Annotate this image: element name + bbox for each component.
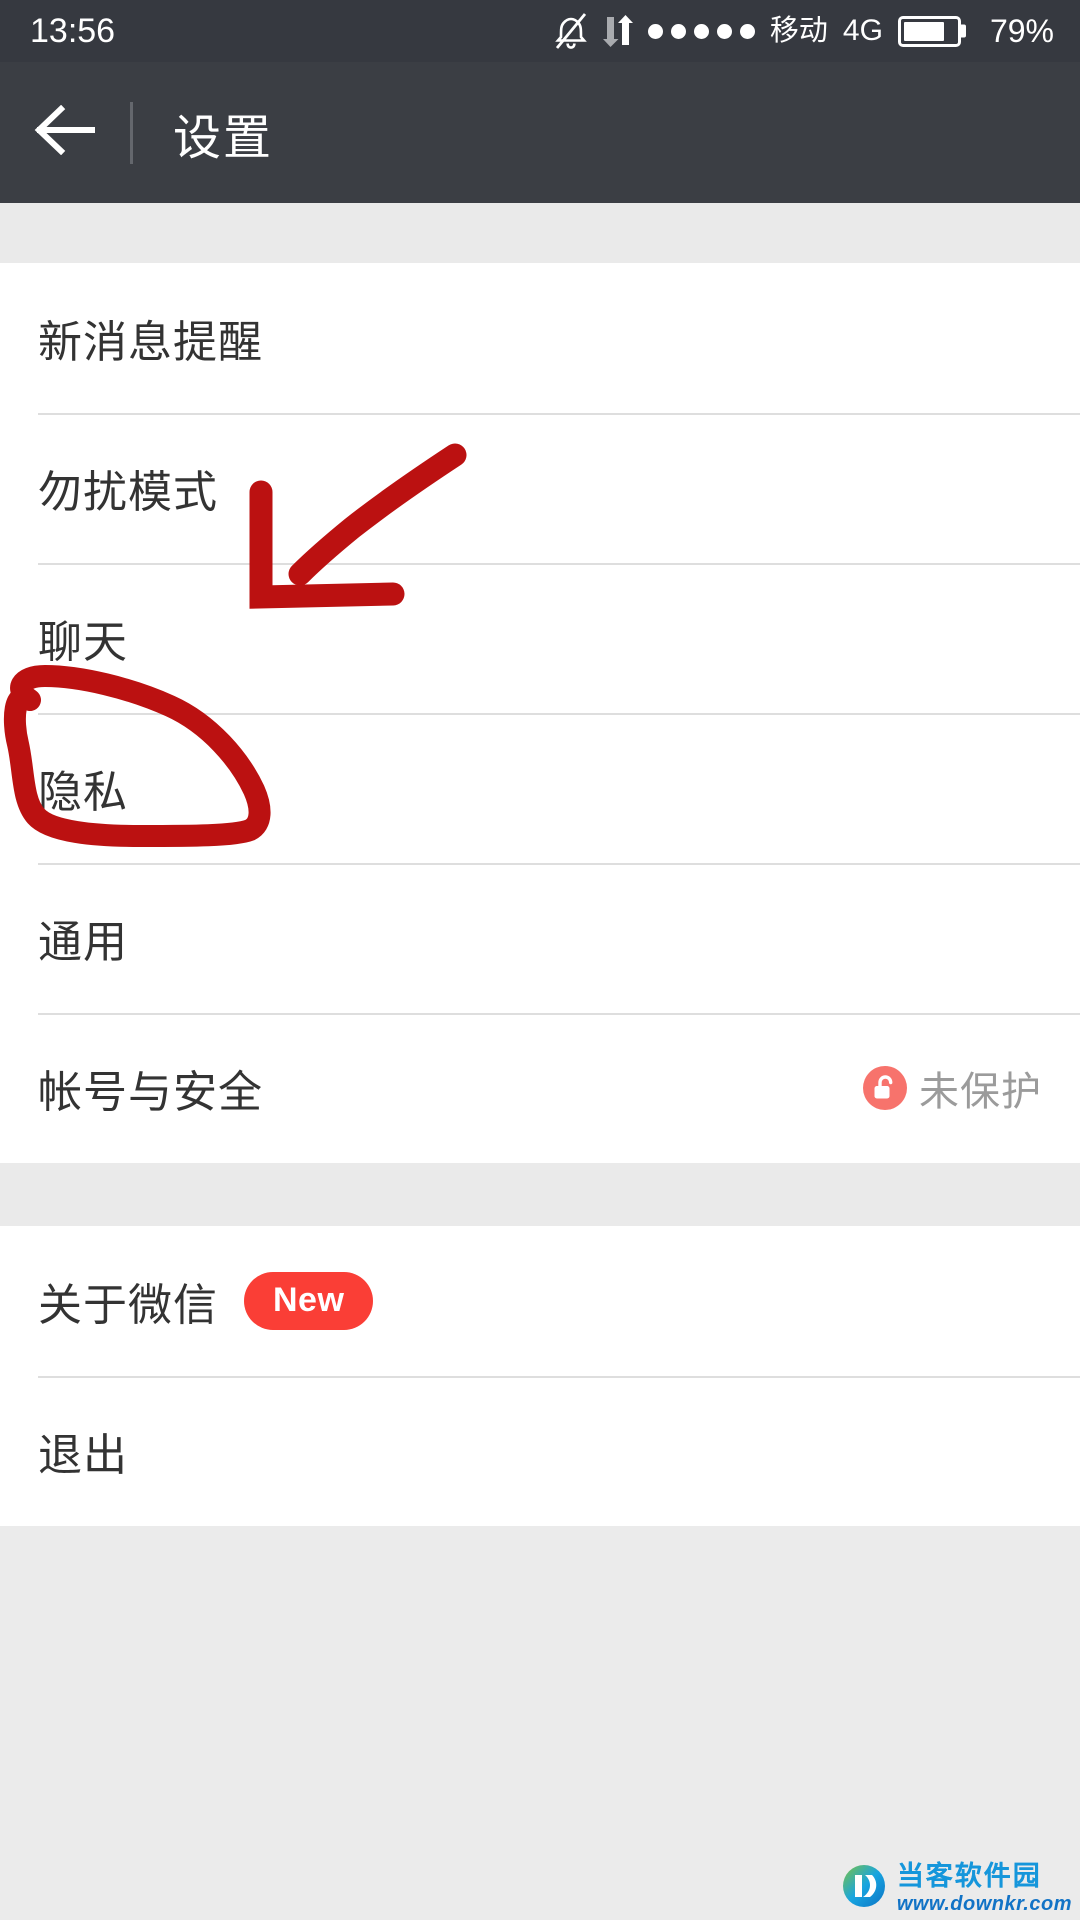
security-status-label: 未保护 [919, 1070, 1042, 1114]
section-gap-middle [0, 1163, 1080, 1226]
row-label: 新消息提醒 [38, 318, 263, 367]
settings-group-2: 关于微信 New 退出 [0, 1226, 1080, 1526]
row-label: 帐号与安全 [38, 1068, 263, 1117]
section-gap-top [0, 203, 1080, 263]
row-label: 勿扰模式 [38, 468, 218, 517]
carrier-label: 移动 [769, 14, 828, 47]
settings-group-1: 新消息提醒 勿扰模式 聊天 隐私 通用 帐号与安全 未保护 [0, 263, 1080, 1163]
row-label: 聊天 [38, 618, 128, 667]
watermark-url: www.downkr.com [896, 1893, 1072, 1915]
row-label: 隐私 [38, 768, 128, 817]
phone-screen: 13:56 移动 4G 79% 设置 新消息提醒 勿扰模式 聊天 隐私 通用 帐… [0, 0, 1080, 1920]
back-button[interactable] [0, 62, 130, 203]
settings-row-privacy[interactable]: 隐私 [0, 713, 1080, 863]
watermark-site-name: 当客软件园 [897, 1863, 1072, 1890]
bell-muted-icon [554, 12, 588, 50]
settings-row-do-not-disturb[interactable]: 勿扰模式 [0, 413, 1080, 563]
battery-percent-label: 79% [989, 13, 1054, 49]
watermark-text: 当客软件园 www.downkr.com [896, 1863, 1072, 1915]
unlocked-padlock-icon [863, 1066, 907, 1110]
app-bar: 设置 [0, 62, 1080, 203]
row-label: 通用 [38, 918, 128, 967]
page-title: 设置 [173, 111, 274, 165]
watermark: 当客软件园 www.downkr.com [841, 1863, 1072, 1914]
arrow-left-icon [34, 104, 96, 160]
status-bar: 13:56 移动 4G 79% [0, 0, 1080, 62]
status-bar-indicators: 移动 4G 79% [554, 12, 1054, 50]
row-label: 关于微信 [38, 1281, 218, 1330]
signal-strength-dots [647, 23, 755, 39]
settings-row-account-security[interactable]: 帐号与安全 未保护 [0, 1013, 1080, 1163]
network-type-label: 4G [842, 14, 883, 47]
battery-icon [897, 15, 961, 47]
status-badge: 未保护 [863, 1059, 1042, 1117]
row-label: 退出 [38, 1431, 128, 1480]
status-bar-clock: 13:56 [30, 12, 116, 50]
new-badge: New [244, 1272, 374, 1330]
settings-row-chat[interactable]: 聊天 [0, 563, 1080, 713]
settings-row-general[interactable]: 通用 [0, 863, 1080, 1013]
app-bar-divider [130, 101, 133, 164]
data-transfer-icon [602, 13, 633, 49]
watermark-logo-icon [841, 1863, 887, 1914]
settings-row-about-wechat[interactable]: 关于微信 New [0, 1226, 1080, 1376]
settings-row-new-message-alerts[interactable]: 新消息提醒 [0, 263, 1080, 413]
settings-row-logout[interactable]: 退出 [0, 1376, 1080, 1526]
